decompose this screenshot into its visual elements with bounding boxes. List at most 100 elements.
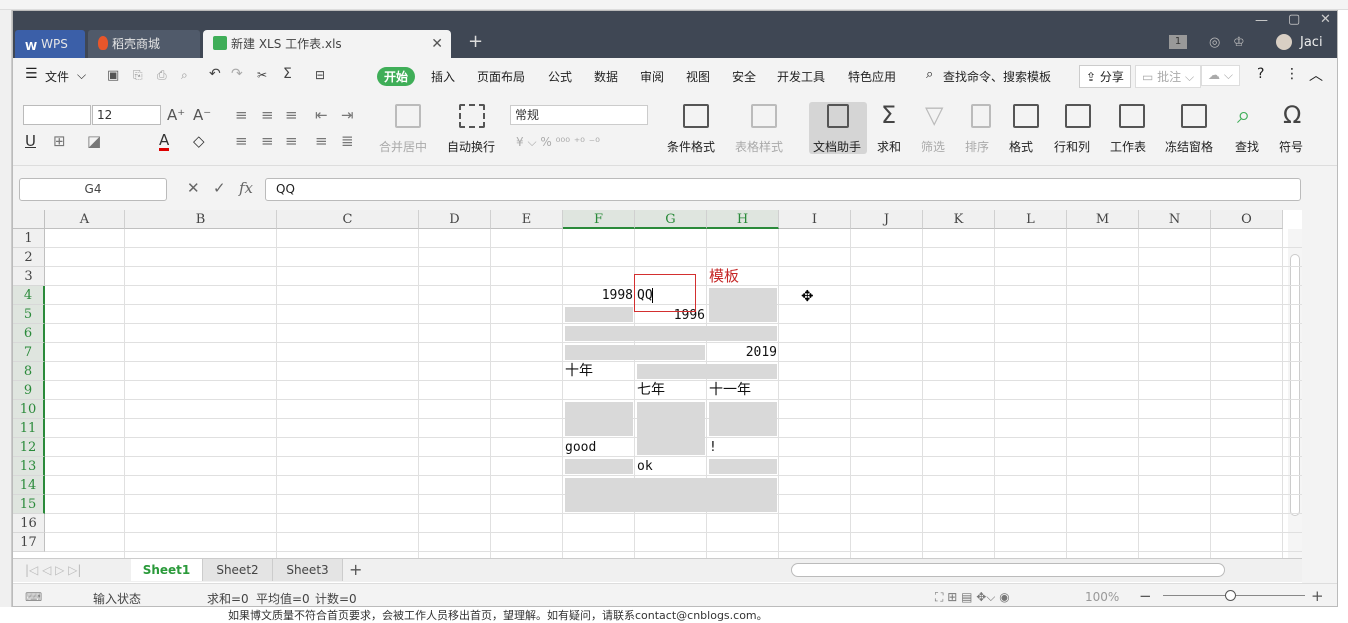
menu-formula[interactable]: 公式 bbox=[548, 68, 572, 85]
cell-h3[interactable]: 模板 bbox=[709, 267, 739, 286]
column-header-k[interactable]: K bbox=[923, 210, 995, 229]
autosum-icon[interactable]: Σ bbox=[283, 66, 292, 82]
column-header-m[interactable]: M bbox=[1067, 210, 1139, 229]
maximize-icon[interactable]: ▢ bbox=[1288, 12, 1300, 27]
merge-center-button[interactable]: 合并居中 bbox=[379, 138, 427, 155]
number-format-icons[interactable]: ¥ ⌵ % ⁰⁰⁰ ⁺⁰ ⁻⁰ bbox=[516, 135, 600, 150]
cancel-icon[interactable]: ✕ bbox=[187, 179, 200, 197]
search-icon[interactable]: ⌕ bbox=[926, 67, 933, 82]
distribute-icon[interactable]: ≣ bbox=[341, 133, 354, 149]
share-button[interactable]: ⇪ 分享 bbox=[1079, 65, 1131, 88]
row-header-11[interactable]: 11 bbox=[13, 419, 45, 438]
menu-file[interactable]: 文件 bbox=[45, 68, 69, 85]
conditional-format-icon[interactable] bbox=[683, 104, 709, 128]
formula-input[interactable]: QQ bbox=[265, 178, 1301, 201]
zoom-level[interactable]: 100% bbox=[1085, 590, 1119, 604]
cell-h9[interactable]: 十一年 bbox=[709, 381, 751, 400]
horizontal-scrollbar[interactable] bbox=[791, 563, 1225, 577]
row-header-2[interactable]: 2 bbox=[13, 248, 45, 267]
row-col-button[interactable]: 行和列 bbox=[1054, 138, 1090, 155]
hamburger-icon[interactable]: ☰ bbox=[25, 66, 38, 82]
close-window-icon[interactable]: ✕ bbox=[1320, 12, 1331, 27]
column-header-d[interactable]: D bbox=[419, 210, 491, 229]
column-header-l[interactable]: L bbox=[995, 210, 1067, 229]
merge-center-icon[interactable] bbox=[395, 104, 421, 128]
select-all-corner[interactable] bbox=[13, 210, 45, 229]
column-header-f[interactable]: F bbox=[563, 210, 635, 229]
cell-f4[interactable]: 1998 bbox=[563, 286, 633, 305]
menu-review[interactable]: 审阅 bbox=[640, 68, 664, 85]
row-header-17[interactable]: 17 bbox=[13, 533, 45, 552]
new-tab-icon[interactable]: + bbox=[468, 31, 483, 52]
conditional-format-button[interactable]: 条件格式 bbox=[667, 138, 715, 155]
find-button[interactable]: 查找 bbox=[1235, 138, 1259, 155]
indent-increase-icon[interactable]: ⇥ bbox=[341, 107, 354, 123]
filter-icon[interactable]: ▽ bbox=[925, 102, 943, 128]
export-icon[interactable]: ⎘ bbox=[133, 68, 143, 83]
decrease-font-icon[interactable]: A⁻ bbox=[193, 107, 211, 123]
menu-security[interactable]: 安全 bbox=[732, 68, 756, 85]
symbol-icon[interactable]: Ω bbox=[1283, 102, 1301, 128]
user-name[interactable]: Jaci bbox=[1300, 35, 1323, 50]
worksheet-button[interactable]: 工作表 bbox=[1110, 138, 1146, 155]
window-layout-icon[interactable]: 1 bbox=[1169, 35, 1187, 49]
help-icon[interactable]: ? bbox=[1257, 66, 1264, 82]
cell-g9[interactable]: 七年 bbox=[637, 381, 665, 400]
row-header-16[interactable]: 16 bbox=[13, 514, 45, 533]
zoom-out-icon[interactable]: − bbox=[1139, 587, 1152, 605]
symbol-button[interactable]: 符号 bbox=[1279, 138, 1303, 155]
cell-f12[interactable]: good bbox=[565, 438, 596, 457]
tab-wps[interactable]: W WPS bbox=[15, 30, 85, 58]
column-header-a[interactable]: A bbox=[45, 210, 125, 229]
menu-page-layout[interactable]: 页面布局 bbox=[477, 68, 525, 85]
menu-developer[interactable]: 开发工具 bbox=[777, 68, 825, 85]
column-header-h[interactable]: H bbox=[707, 210, 779, 229]
menu-start[interactable]: 开始 bbox=[377, 67, 416, 86]
row-header-3[interactable]: 3 bbox=[13, 267, 45, 286]
row-header-6[interactable]: 6 bbox=[13, 324, 45, 343]
find-icon[interactable]: ⌕ bbox=[1237, 102, 1250, 128]
sort-icon[interactable] bbox=[971, 104, 991, 128]
align-middle-icon[interactable]: ≡ bbox=[261, 107, 274, 123]
cell-f8[interactable]: 十年 bbox=[565, 362, 593, 381]
menu-view[interactable]: 视图 bbox=[686, 68, 710, 85]
align-left-icon[interactable]: ≡ bbox=[235, 133, 248, 149]
row-col-icon[interactable] bbox=[1065, 104, 1091, 128]
redo-icon[interactable]: ↷ bbox=[231, 66, 243, 82]
cell-h12[interactable]: ! bbox=[709, 438, 717, 457]
sheet-tab-1[interactable]: Sheet1 bbox=[131, 559, 203, 581]
undo-icon[interactable]: ↶ bbox=[209, 66, 221, 82]
font-name-select[interactable] bbox=[23, 105, 91, 125]
command-search[interactable]: 查找命令、搜索模板 bbox=[943, 68, 1051, 85]
fill-color-icon[interactable]: ◪ bbox=[87, 133, 101, 149]
vertical-scroll-thumb[interactable] bbox=[1290, 254, 1300, 516]
align-right-icon[interactable]: ≡ bbox=[285, 133, 298, 149]
align-top-icon[interactable]: ≡ bbox=[235, 107, 248, 123]
paste-format-icon[interactable]: ⊟ bbox=[315, 68, 325, 82]
tab-docer-store[interactable]: 稻壳商城 bbox=[88, 30, 200, 58]
skin-icon[interactable]: ◎ bbox=[1209, 35, 1220, 50]
wrap-text-button[interactable]: 自动换行 bbox=[447, 138, 495, 155]
menu-data[interactable]: 数据 bbox=[594, 68, 618, 85]
row-header-5[interactable]: 5 bbox=[13, 305, 45, 324]
zoom-in-icon[interactable]: + bbox=[1311, 587, 1324, 605]
print-icon[interactable]: ⎙ bbox=[157, 68, 167, 83]
active-cell-selection[interactable] bbox=[634, 274, 696, 312]
row-header-14[interactable]: 14 bbox=[13, 476, 45, 495]
indent-decrease-icon[interactable]: ⇤ bbox=[315, 107, 328, 123]
collapse-ribbon-icon[interactable]: ︿ bbox=[1309, 65, 1323, 85]
worksheet-icon[interactable] bbox=[1119, 104, 1145, 128]
underline-icon[interactable]: U bbox=[25, 133, 36, 149]
confirm-icon[interactable]: ✓ bbox=[213, 179, 226, 197]
sheet-tab-2[interactable]: Sheet2 bbox=[203, 559, 273, 581]
avatar[interactable] bbox=[1276, 34, 1292, 50]
menu-insert[interactable]: 插入 bbox=[431, 68, 455, 85]
cut-icon[interactable]: ✂ bbox=[257, 68, 267, 82]
column-header-g[interactable]: G bbox=[635, 210, 707, 229]
column-header-n[interactable]: N bbox=[1139, 210, 1211, 229]
filter-button[interactable]: 筛选 bbox=[921, 138, 945, 155]
border-icon[interactable]: ⊞ bbox=[53, 133, 66, 149]
tab-spreadsheet-file[interactable]: 新建 XLS 工作表.xls ✕ bbox=[203, 30, 451, 58]
row-header-10[interactable]: 10 bbox=[13, 400, 45, 419]
number-format-select[interactable]: 常规 bbox=[510, 105, 648, 125]
